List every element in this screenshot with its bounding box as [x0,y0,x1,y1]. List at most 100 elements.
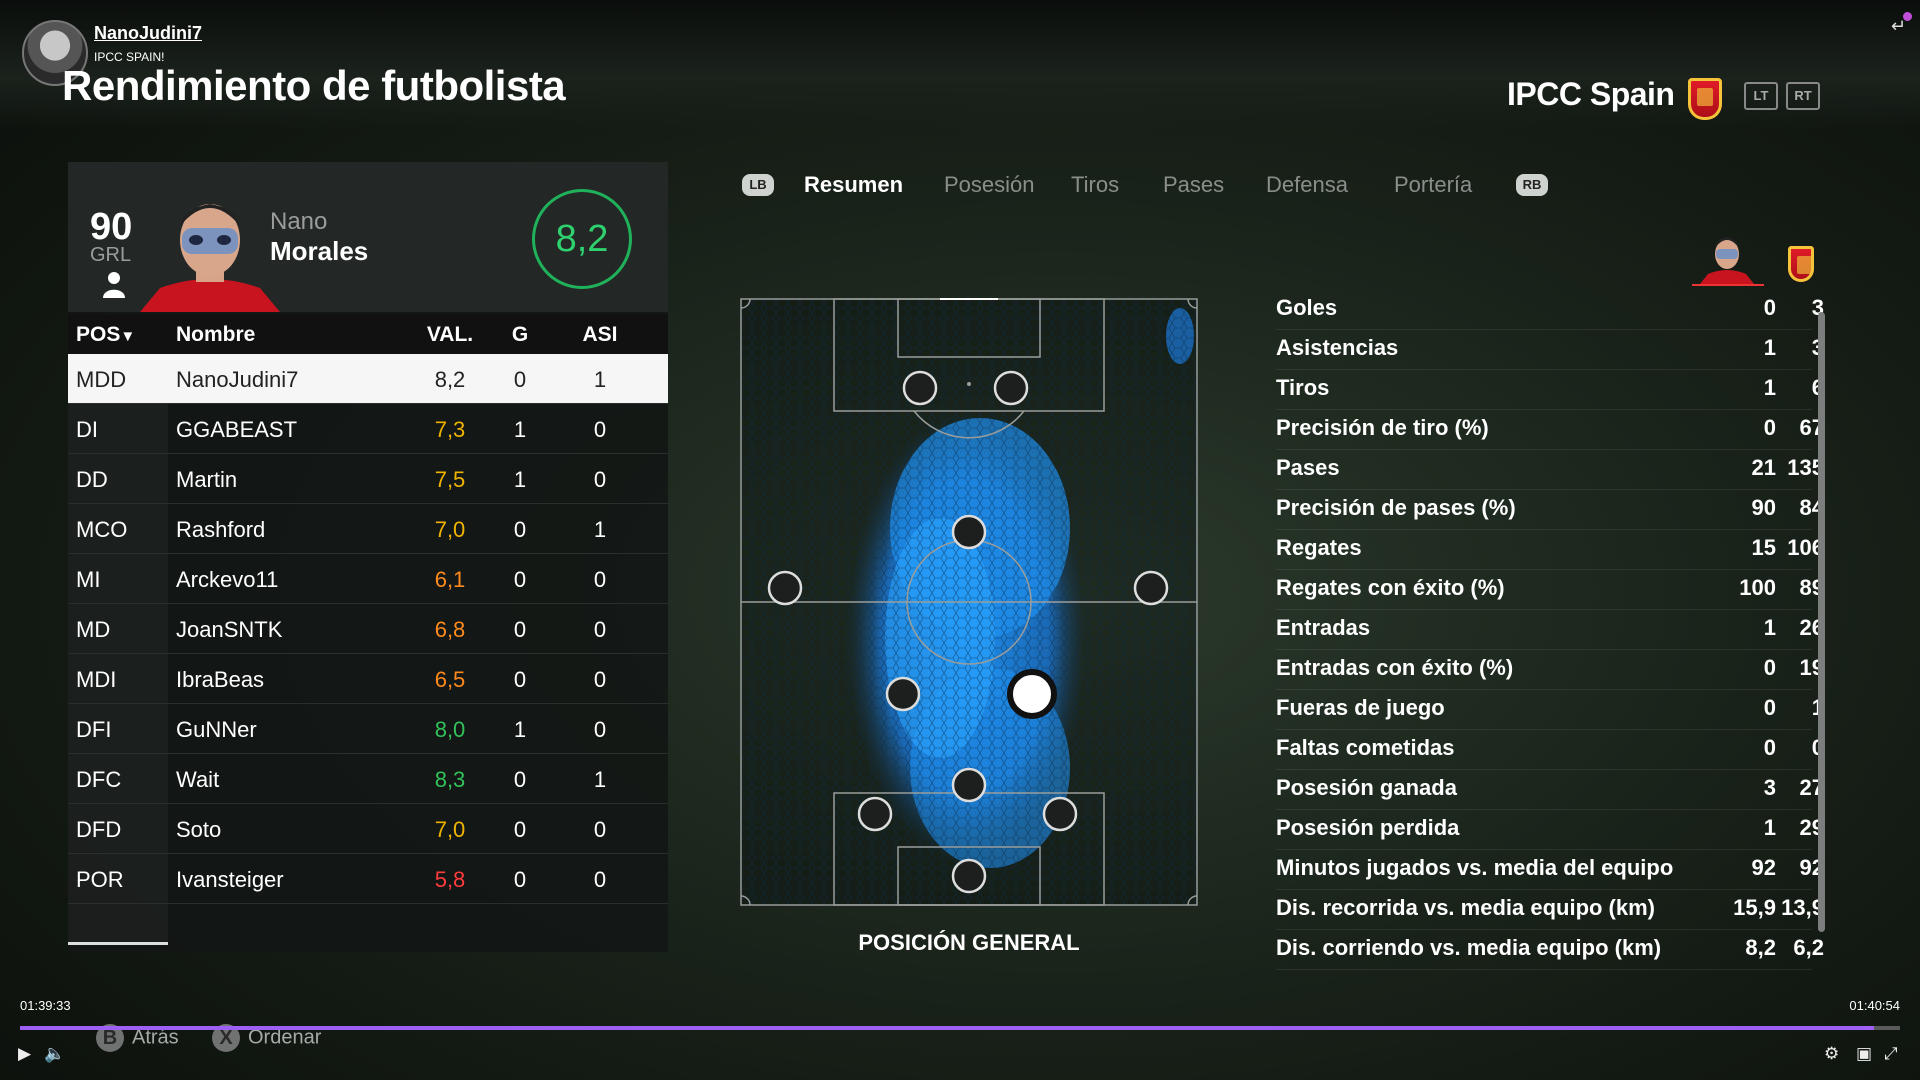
table-row[interactable]: MD JoanSNTK 6,8 0 0 [68,604,668,654]
tab-porteria[interactable]: Portería [1394,172,1472,198]
row-assists: 0 [593,717,607,742]
stat-label: Dis. corriendo vs. media equipo (km) [1276,935,1662,960]
stat-team-value: 67 [1799,415,1824,440]
col-val-header[interactable]: VAL. [420,323,480,347]
row-goals: 0 [513,367,527,392]
row-player-name: Martin [176,467,238,492]
row-player-name: NanoJudini7 [176,367,299,392]
stat-team-value: 3 [1764,335,1824,361]
stat-row: Posesión ganada 3 27 [1276,770,1824,810]
stat-label: Minutos jugados vs. media del equipo [1276,855,1674,880]
row-position: MD [76,617,111,642]
player-header: 90 GRL Nano Morales 8,2 [68,162,668,312]
table-row[interactable]: MDD NanoJudini7 8,2 0 1 [68,354,668,404]
table-row[interactable]: MCO Rashford 7,0 0 1 [68,504,668,554]
stat-row: Faltas cometidas00 [1276,730,1824,770]
sort-down-icon: ▼ [120,328,136,345]
settings-icon[interactable]: ⚙ [1824,1044,1839,1064]
row-assists: 0 [593,817,607,842]
col-name-header[interactable]: Nombre [176,323,255,347]
stat-row: Fueras de juego01 [1276,690,1824,730]
play-icon[interactable]: ▶ [18,1044,31,1064]
stat-team-value: 27 [1799,775,1824,800]
stat-label: Regates [1276,535,1362,560]
row-goals: 0 [513,867,527,892]
stat-team-value: 3 [1811,295,1824,320]
fullscreen-icon[interactable]: ⤢ [1884,1044,1898,1064]
rb-bumper-icon[interactable]: RB [1516,174,1548,196]
stat-team-value: 0 [1764,735,1824,761]
row-position: MDI [76,667,117,692]
row-goals: 1 [513,467,527,492]
row-goals: 0 [513,517,527,542]
tab-pases[interactable]: Pases [1163,172,1224,198]
team-name: IPCC Spain [1507,76,1675,112]
row-assists: 0 [593,567,607,592]
row-rating: 8,3 [434,767,466,792]
row-goals: 0 [513,817,527,842]
table-row[interactable]: MDI IbraBeas 6,5 0 0 [68,654,668,704]
tab-posesion[interactable]: Posesión [944,172,1035,198]
theater-icon[interactable]: ▣ [1856,1044,1872,1064]
overall-label: GRL [90,244,132,266]
rt-trigger-icon[interactable]: RT [1786,82,1820,110]
stats-scrollbar[interactable] [1818,312,1825,932]
streamer-name[interactable]: NanoJudini7 [94,23,202,44]
stat-team-value: 6 [1764,375,1824,401]
tab-tiros[interactable]: Tiros [1071,172,1119,198]
lt-trigger-icon[interactable]: LT [1744,82,1778,110]
row-position: DFC [76,767,122,792]
player-panel: 90 GRL Nano Morales 8,2 POS▼ Nombre VAL.… [68,162,668,952]
time-current: 01:39:33 [20,998,71,1013]
progress-bar[interactable] [20,1026,1900,1030]
row-rating: 8,0 [434,717,466,742]
row-player-name: IbraBeas [176,667,265,692]
row-rating: 5,8 [434,867,466,892]
stat-row: Tiros16 [1276,370,1824,410]
table-row[interactable]: DI GGABEAST 7,3 1 0 [68,404,668,454]
row-assists: 1 [593,517,607,542]
row-rating: 7,3 [434,417,466,442]
col-pos-header[interactable]: POS▼ [76,323,135,347]
stat-label: Pases [1276,455,1340,480]
row-goals: 0 [513,767,527,792]
col-asi-header[interactable]: ASI [580,323,620,347]
stat-row: Precisión de pases (%) 90 84 [1276,490,1824,530]
stat-row: Regates 15 106 [1276,530,1824,570]
row-assists: 0 [593,417,607,442]
row-goals: 0 [513,667,527,692]
table-row[interactable]: DFC Wait 8,3 0 1 [68,754,668,804]
notification-dot-icon [1903,12,1912,21]
page-title: Rendimiento de futbolista [62,62,566,109]
table-row[interactable]: DD Martin 7,5 1 0 [68,454,668,504]
row-goals: 1 [513,417,527,442]
table-row[interactable]: DFD Soto 7,0 0 0 [68,804,668,854]
row-assists: 1 [593,367,607,392]
table-row[interactable]: POR Ivansteiger 5,8 0 0 [68,854,668,904]
col-g-header[interactable]: G [500,323,540,347]
row-rating: 7,0 [434,517,466,542]
volume-icon[interactable]: 🔈 [44,1044,65,1064]
stat-row: Entradas 1 26 [1276,610,1824,650]
row-position: POR [76,867,124,892]
stat-row: Dis. corriendo vs. media equipo (km) 8,2 6… [1276,930,1824,970]
player-first-name: Nano [270,208,328,235]
player-position-marker [1007,669,1057,719]
stat-label: Tiros [1276,375,1330,400]
stat-label: Posesión ganada [1276,775,1457,800]
row-assists: 0 [593,467,607,492]
row-position: DFD [76,817,122,842]
tab-defensa[interactable]: Defensa [1266,172,1348,198]
team-crest-icon [1688,78,1722,120]
row-position: MDD [76,367,127,392]
lb-bumper-icon[interactable]: LB [742,174,774,196]
table-row[interactable]: MI Arckevo11 6,1 0 0 [68,554,668,604]
stat-label: Goles [1276,295,1338,320]
table-row[interactable]: DFI GuNNer 8,0 1 0 [68,704,668,754]
table-header: POS▼ Nombre VAL. G ASI [68,314,668,354]
row-assists: 0 [593,617,607,642]
row-assists: 0 [593,867,607,892]
stat-row: Minutos jugados vs. media del equipo 92 92 [1276,850,1824,890]
row-goals: 0 [513,567,527,592]
tab-resumen[interactable]: Resumen [804,172,903,198]
